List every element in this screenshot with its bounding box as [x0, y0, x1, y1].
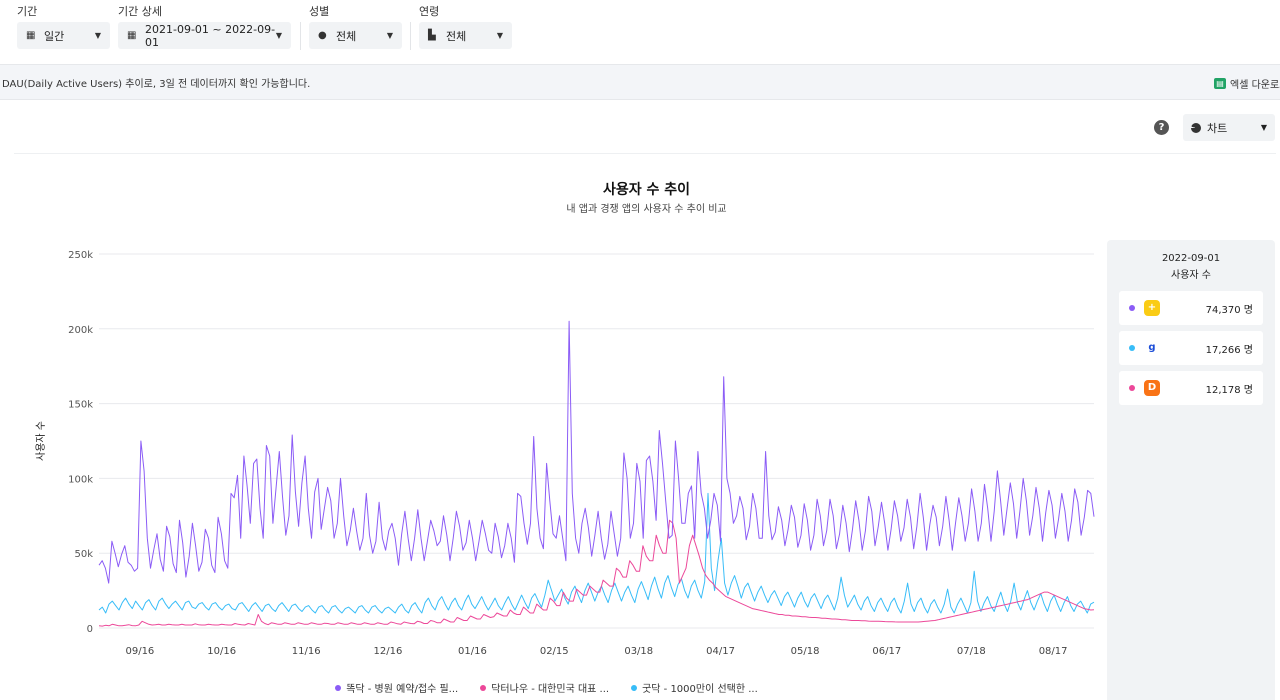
view-mode-select[interactable]: 차트 ▼	[1183, 114, 1275, 141]
period-filter: 기간 ▦ 일간 ▼	[17, 6, 110, 49]
divider	[410, 22, 411, 50]
period-detail-label: 기간 상세	[118, 5, 162, 18]
excel-icon: ▤	[1214, 78, 1226, 89]
y-tick-label: 150k	[68, 400, 93, 411]
series-dot	[1129, 345, 1135, 351]
x-tick-label: 03/18	[624, 646, 653, 657]
gender-label: 성별	[309, 5, 330, 18]
age-label: 연령	[419, 5, 440, 18]
gender-value: 전체	[336, 29, 357, 43]
age-filter: 연령 ▙ 전체 ▼	[419, 6, 512, 49]
x-tick-label: 05/18	[791, 646, 820, 657]
panel-label: 사용자 수	[1171, 270, 1211, 281]
calendar-icon: ▦	[127, 30, 137, 41]
view-mode-value: 차트	[1207, 121, 1228, 135]
x-tick-label: 10/16	[207, 646, 236, 657]
line-chart: 0 50k 100k 150k 200k 250k 사용자 수 09/16 10/16 11/16…	[35, 250, 1095, 657]
x-tick-label: 11/16	[292, 646, 321, 657]
period-detail-filter: 기간 상세 ▦ 2021-09-01 ~ 2022-09-01 ▼	[118, 6, 291, 49]
entry-value: 12,178 명	[1205, 384, 1253, 396]
chevron-down-icon: ▼	[275, 31, 282, 40]
info-bar: DAU(Daily Active Users) 추이로, 3일 전 데이터까지 …	[0, 64, 1280, 100]
y-tick-label: 0	[87, 624, 93, 635]
y-tick-label: 100k	[68, 474, 93, 485]
period-select[interactable]: ▦ 일간 ▼	[17, 22, 110, 49]
chart-legend: 똑닥 - 병원 예약/접수 필... 닥터나우 - 대한민국 대표 ... 굿닥…	[0, 680, 1093, 695]
doctornow-app-icon: D	[1144, 380, 1160, 396]
y-axis-label: 사용자 수	[35, 421, 47, 461]
x-tick-label: 06/17	[872, 646, 901, 657]
excel-download-label: 엑셀 다운로드	[1230, 80, 1280, 91]
calendar-icon: ▦	[26, 30, 36, 41]
legend-item[interactable]: 똑닥 - 병원 예약/접수 필...	[335, 680, 458, 695]
period-label: 기간	[17, 5, 38, 18]
gender-filter: 성별 ● 전체 ▼	[309, 6, 402, 49]
x-tick-label: 01/16	[458, 646, 487, 657]
cake-icon: ▙	[428, 30, 436, 41]
gender-select[interactable]: ● 전체 ▼	[309, 22, 402, 49]
legend-item[interactable]: 닥터나우 - 대한민국 대표 ...	[480, 680, 609, 695]
legend-item[interactable]: 굿닥 - 1000만이 선택한 ...	[631, 680, 758, 695]
date-range-select[interactable]: ▦ 2021-09-01 ~ 2022-09-01 ▼	[118, 22, 291, 49]
legend-dot	[631, 684, 638, 691]
person-icon: ●	[318, 30, 327, 41]
chart-title: 사용자 수 추이	[602, 182, 691, 198]
ddocdoc-app-icon: +	[1144, 300, 1160, 316]
legend-label: 닥터나우 - 대한민국 대표 ...	[491, 684, 610, 695]
excel-download-button[interactable]: ▤ 엑셀 다운로드	[1214, 76, 1280, 91]
chevron-down-icon: ▼	[1260, 123, 1267, 132]
x-tick-label: 09/16	[125, 646, 154, 657]
x-tick-label: 08/17	[1039, 646, 1068, 657]
chevron-down-icon: ▼	[94, 31, 101, 40]
legend-label: 똑닥 - 병원 예약/접수 필...	[346, 684, 459, 695]
divider	[14, 153, 1276, 154]
series-dot	[1129, 305, 1135, 311]
date-range-value: 2021-09-01 ~ 2022-09-01	[145, 22, 276, 49]
y-tick-label: 200k	[68, 325, 93, 336]
chevron-down-icon: ▼	[496, 31, 503, 40]
age-select[interactable]: ▙ 전체 ▼	[419, 22, 512, 49]
help-icon[interactable]: ?	[1154, 120, 1169, 135]
legend-dot	[480, 684, 487, 691]
goodoc-app-icon: g	[1144, 340, 1160, 356]
panel-entry: D 12,178 명	[1119, 371, 1263, 405]
x-tick-label: 12/16	[374, 646, 403, 657]
panel-entry: g 17,266 명	[1119, 331, 1263, 365]
x-tick-label: 07/18	[957, 646, 986, 657]
age-value: 전체	[446, 29, 467, 43]
x-tick-label: 04/17	[706, 646, 735, 657]
period-value: 일간	[44, 29, 65, 43]
entry-value: 74,370 명	[1205, 304, 1253, 316]
y-tick-label: 50k	[74, 549, 93, 560]
panel-entry: + 74,370 명	[1119, 291, 1263, 325]
chevron-down-icon: ▼	[386, 31, 393, 40]
filter-bar: 기간 ▦ 일간 ▼ 기간 상세 ▦ 2021-09-01 ~ 2022-09-0…	[0, 0, 1280, 64]
tooltip-panel: 2022-09-01 사용자 수 + 74,370 명 g 17,266 명 D…	[1107, 240, 1275, 700]
divider	[300, 22, 301, 50]
pie-chart-icon	[1191, 122, 1201, 133]
info-text: DAU(Daily Active Users) 추이로, 3일 전 데이터까지 …	[2, 78, 311, 90]
panel-date: 2022-09-01	[1161, 253, 1221, 264]
series-dot	[1129, 385, 1135, 391]
y-tick-label: 250k	[68, 250, 93, 261]
series-line	[98, 320, 1095, 584]
x-tick-label: 02/15	[540, 646, 569, 657]
entry-value: 17,266 명	[1205, 344, 1253, 356]
chart-subtitle: 내 앱과 경쟁 앱의 사용자 수 추이 비교	[566, 204, 727, 215]
legend-dot	[335, 684, 342, 691]
legend-label: 굿닥 - 1000만이 선택한 ...	[642, 684, 758, 695]
